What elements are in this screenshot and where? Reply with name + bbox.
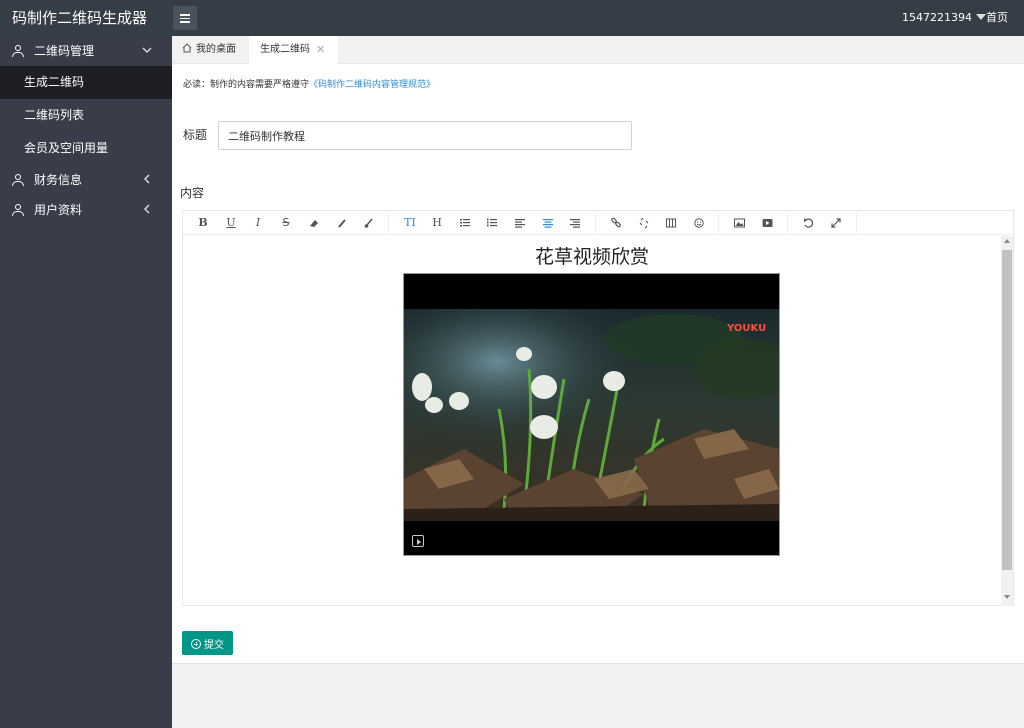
fullscreen-button[interactable] <box>828 211 844 235</box>
user-name: 1547221394 <box>902 11 972 24</box>
eraser-icon <box>310 220 318 227</box>
bullet-list-button[interactable] <box>457 211 473 235</box>
rules-link[interactable]: 《码制作二维码内容管理规范》 <box>309 80 435 90</box>
user-icon <box>12 204 24 216</box>
toolbar-separator <box>718 213 719 233</box>
menu-icon-bar <box>180 14 190 16</box>
notice-text: 必读：制作的内容需要严格遵守《码制作二维码内容管理规范》 <box>183 77 435 90</box>
align-right-icon <box>570 219 580 228</box>
table-icon <box>666 218 676 228</box>
fullscreen-icon <box>831 218 841 228</box>
close-icon[interactable]: ✕ <box>316 36 325 64</box>
align-center-icon <box>543 219 553 228</box>
editor-body[interactable]: 花草视频欣赏 YOUKU <box>183 236 1001 606</box>
scroll-down-arrow[interactable] <box>1004 595 1010 599</box>
video-frame-flowers: YOUKU <box>404 309 779 521</box>
unlink-icon <box>639 217 649 229</box>
home-link[interactable]: 首页 <box>986 0 1008 36</box>
menu-toggle-button[interactable] <box>173 6 197 30</box>
notice-prefix: 必读：制作的内容需要严格遵守 <box>183 80 310 90</box>
tab-bar: 我的桌面 生成二维码 ✕ <box>172 36 1024 64</box>
link-button[interactable] <box>608 211 624 235</box>
italic-button[interactable]: I <box>250 211 266 235</box>
sidebar-item-generate-qrcode[interactable]: 生成二维码 <box>0 66 172 99</box>
play-icon[interactable] <box>412 535 424 547</box>
link-icon <box>611 217 621 228</box>
content-label: 内容 <box>180 186 205 200</box>
font-size-button[interactable]: TI <box>402 211 418 235</box>
toolbar-separator <box>856 213 857 233</box>
title-input[interactable] <box>218 121 632 150</box>
sidebar-item-member-space[interactable]: 会员及空间用量 <box>0 132 172 165</box>
sidebar-item-label: 会员及空间用量 <box>24 141 109 155</box>
scroll-up-arrow[interactable] <box>1004 239 1010 243</box>
menu-icon-bar <box>180 17 190 19</box>
image-icon <box>733 218 745 228</box>
submit-button[interactable]: 提交 <box>182 631 233 655</box>
video-title: 花草视频欣赏 <box>534 246 649 268</box>
ordered-list-icon <box>487 218 497 227</box>
video-button[interactable] <box>759 211 775 235</box>
sidebar: 二维码管理 生成二维码 二维码列表 会员及空间用量 财务信息 用户资料 <box>0 36 172 728</box>
tab-label: 生成二维码 <box>260 44 310 55</box>
align-left-icon <box>515 219 525 228</box>
undo-button[interactable] <box>800 211 816 235</box>
emoji-button[interactable] <box>691 211 707 235</box>
sidebar-group-label: 用户资料 <box>34 203 83 217</box>
sidebar-group-label: 财务信息 <box>34 173 83 187</box>
ordered-list-button[interactable] <box>484 211 500 235</box>
bold-button[interactable]: B <box>195 211 211 235</box>
toolbar-separator <box>787 213 788 233</box>
smile-icon <box>694 218 704 228</box>
editor-toolbar: B U I S TI H <box>183 211 1013 235</box>
submit-label: 提交 <box>204 639 224 651</box>
pencil-button[interactable] <box>334 211 350 235</box>
scroll-thumb[interactable] <box>1002 250 1012 570</box>
bullet-list-icon <box>460 219 470 227</box>
editor-scrollbar[interactable] <box>1001 236 1013 606</box>
eraser-button[interactable] <box>306 211 322 235</box>
menu-icon-bar <box>180 21 190 23</box>
home-icon <box>182 43 192 53</box>
sidebar-item-qrcode-list[interactable]: 二维码列表 <box>0 99 172 132</box>
sidebar-group-qrcode-management[interactable]: 二维码管理 <box>0 36 172 66</box>
align-right-button[interactable] <box>567 211 583 235</box>
caret-down-icon <box>976 14 986 20</box>
video-icon <box>762 219 772 227</box>
title-label: 标题 <box>183 128 208 142</box>
youku-watermark: YOUKU <box>726 323 766 334</box>
align-left-button[interactable] <box>512 211 528 235</box>
undo-icon <box>804 218 814 228</box>
sidebar-group-finance[interactable]: 财务信息 <box>0 165 172 195</box>
sidebar-item-label: 二维码列表 <box>24 108 85 122</box>
image-button[interactable] <box>731 211 747 235</box>
tab-label: 我的桌面 <box>196 44 236 55</box>
tab-my-desktop[interactable]: 我的桌面 <box>182 36 236 64</box>
embedded-video[interactable]: YOUKU <box>403 273 780 556</box>
sidebar-group-label: 二维码管理 <box>34 44 95 58</box>
user-menu[interactable]: 1547221394 <box>902 0 986 36</box>
underline-button[interactable]: U <box>223 211 239 235</box>
brush-icon <box>364 218 373 228</box>
pencil-icon <box>338 219 346 228</box>
brush-button[interactable] <box>361 211 377 235</box>
sidebar-item-label: 生成二维码 <box>24 75 85 89</box>
user-icon <box>12 45 24 57</box>
rich-text-editor: B U I S TI H 花草视频欣赏 YOUKU <box>182 210 1014 606</box>
tab-generate-qrcode[interactable]: 生成二维码 ✕ <box>249 36 338 64</box>
chevron-left-icon <box>142 195 152 236</box>
toolbar-separator <box>595 213 596 233</box>
strikethrough-button[interactable]: S <box>278 211 294 235</box>
unlink-button[interactable] <box>636 211 652 235</box>
table-button[interactable] <box>663 211 679 235</box>
heading-button[interactable]: H <box>429 211 445 235</box>
align-center-button[interactable] <box>540 211 556 235</box>
top-bar: 码制作二维码生成器 1547221394 首页 <box>0 0 1024 36</box>
app-brand: 码制作二维码生成器 <box>12 9 148 27</box>
toolbar-separator <box>388 213 389 233</box>
sidebar-group-user-profile[interactable]: 用户资料 <box>0 195 172 225</box>
user-icon <box>12 174 24 186</box>
main-content: 必读：制作的内容需要严格遵守《码制作二维码内容管理规范》 标题 内容 B U I… <box>172 64 1024 664</box>
plus-circle-icon <box>191 638 201 649</box>
